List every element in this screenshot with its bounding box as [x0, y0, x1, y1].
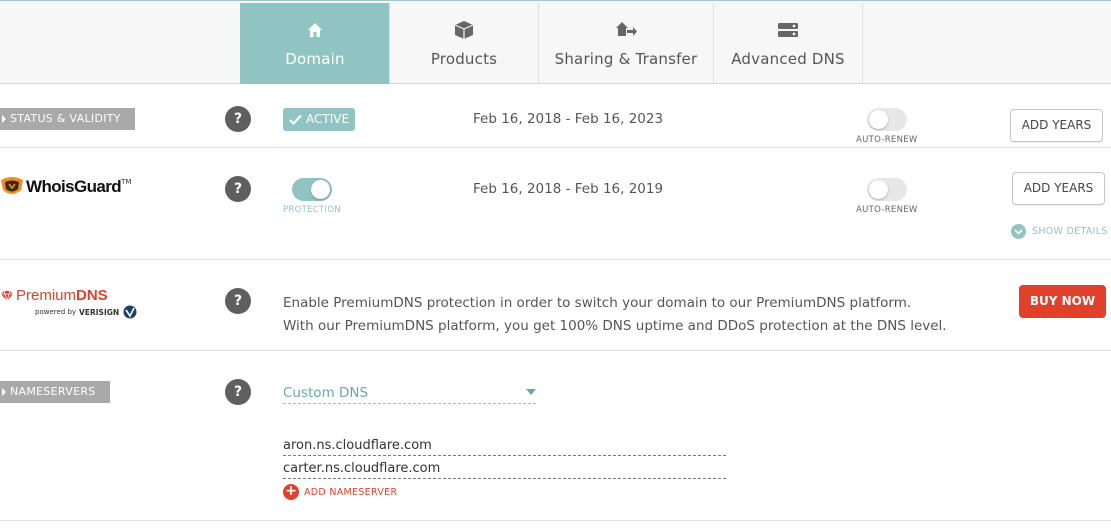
tab-label: Domain: [285, 50, 345, 68]
transfer-icon: [614, 19, 638, 41]
premiumdns-description: Enable PremiumDNS protection in order to…: [283, 292, 947, 337]
whoisguard-protection-label: PROTECTION: [283, 205, 341, 215]
verisign-check-icon: [123, 305, 137, 319]
domain-add-years-button[interactable]: ADD YEARS: [1010, 109, 1103, 142]
whoisguard-logo: WhoisGuard TM: [0, 176, 131, 198]
home-icon: [306, 19, 324, 41]
row-divider: [0, 259, 1111, 260]
domain-autorenew-toggle[interactable]: [867, 108, 907, 131]
check-icon: [289, 114, 302, 125]
toggle-knob: [869, 180, 888, 199]
premiumdns-logo: Premium DNS powered by VERISIGN: [0, 287, 138, 319]
nameserver-2-input[interactable]: [283, 458, 726, 479]
whoisguard-help-icon[interactable]: ?: [225, 176, 251, 202]
add-nameserver-label: ADD NAMESERVER: [304, 486, 398, 498]
premiumdns-powered-by: powered by: [35, 308, 77, 316]
box-icon: [453, 19, 475, 41]
premiumdns-gem-icon: [1, 290, 13, 302]
status-badge: ACTIVE: [283, 108, 355, 131]
caret-down-icon: [526, 389, 536, 395]
domain-validity-dates: Feb 16, 2018 - Feb 16, 2023: [473, 111, 664, 127]
premiumdns-wordmark-premium: Premium: [16, 287, 77, 304]
show-details-link[interactable]: SHOW DETAILS: [1011, 224, 1108, 239]
tab-advanced-dns[interactable]: Advanced DNS: [713, 3, 862, 84]
premiumdns-wordmark-dns: DNS: [76, 287, 108, 304]
plus-icon: +: [283, 484, 299, 500]
whoisguard-autorenew-toggle[interactable]: [867, 178, 907, 201]
row-divider: [0, 350, 1111, 351]
premiumdns-line-1: Enable PremiumDNS protection in order to…: [283, 295, 912, 311]
dns-type-value: Custom DNS: [283, 385, 369, 401]
toggle-knob: [311, 180, 330, 199]
show-details-label: SHOW DETAILS: [1032, 226, 1108, 237]
buy-now-button[interactable]: BUY NOW: [1019, 285, 1106, 318]
domain-autorenew-label: AUTO-RENEW: [856, 135, 918, 145]
whoisguard-autorenew-label: AUTO-RENEW: [856, 205, 918, 215]
tab-label: Sharing & Transfer: [554, 50, 698, 68]
premiumdns-line-2: With our PremiumDNS platform, you get 10…: [283, 317, 947, 334]
nameservers-ribbon: NAMESERVERS: [0, 381, 110, 403]
tab-products[interactable]: Products: [389, 3, 538, 84]
toggle-knob: [869, 110, 888, 129]
tab-domain[interactable]: Domain: [240, 3, 389, 84]
whoisguard-trademark: TM: [121, 178, 132, 186]
add-nameserver-button[interactable]: + ADD NAMESERVER: [283, 484, 397, 500]
whoisguard-validity-dates: Feb 16, 2018 - Feb 16, 2019: [473, 181, 664, 197]
status-badge-label: ACTIVE: [306, 112, 350, 126]
tab-label: Products: [430, 50, 498, 68]
row-divider: [0, 520, 1111, 521]
server-icon: [776, 19, 800, 41]
whoisguard-add-years-button[interactable]: ADD YEARS: [1012, 172, 1105, 205]
whoisguard-wordmark: WhoisGuard: [26, 177, 122, 196]
premiumdns-verisign: VERISIGN: [79, 307, 120, 317]
whoisguard-protection-toggle[interactable]: [292, 178, 332, 201]
tab-label: Advanced DNS: [731, 50, 845, 68]
chevron-down-icon: [1011, 224, 1026, 239]
whoisguard-shield-icon: [1, 177, 23, 194]
nameservers-help-icon[interactable]: ?: [225, 379, 251, 405]
tab-sharing-transfer[interactable]: Sharing & Transfer: [538, 3, 713, 84]
status-validity-ribbon: STATUS & VALIDITY: [0, 108, 135, 130]
row-divider: [0, 147, 1111, 148]
tab-bar-end-divider: [862, 3, 863, 84]
tab-bar: Domain Products Sharing & Transfer Advan…: [0, 0, 1111, 84]
dns-type-select[interactable]: Custom DNS: [283, 382, 536, 404]
status-help-icon[interactable]: ?: [225, 106, 251, 132]
nameserver-1-input[interactable]: [283, 435, 726, 456]
premiumdns-help-icon[interactable]: ?: [225, 288, 251, 314]
